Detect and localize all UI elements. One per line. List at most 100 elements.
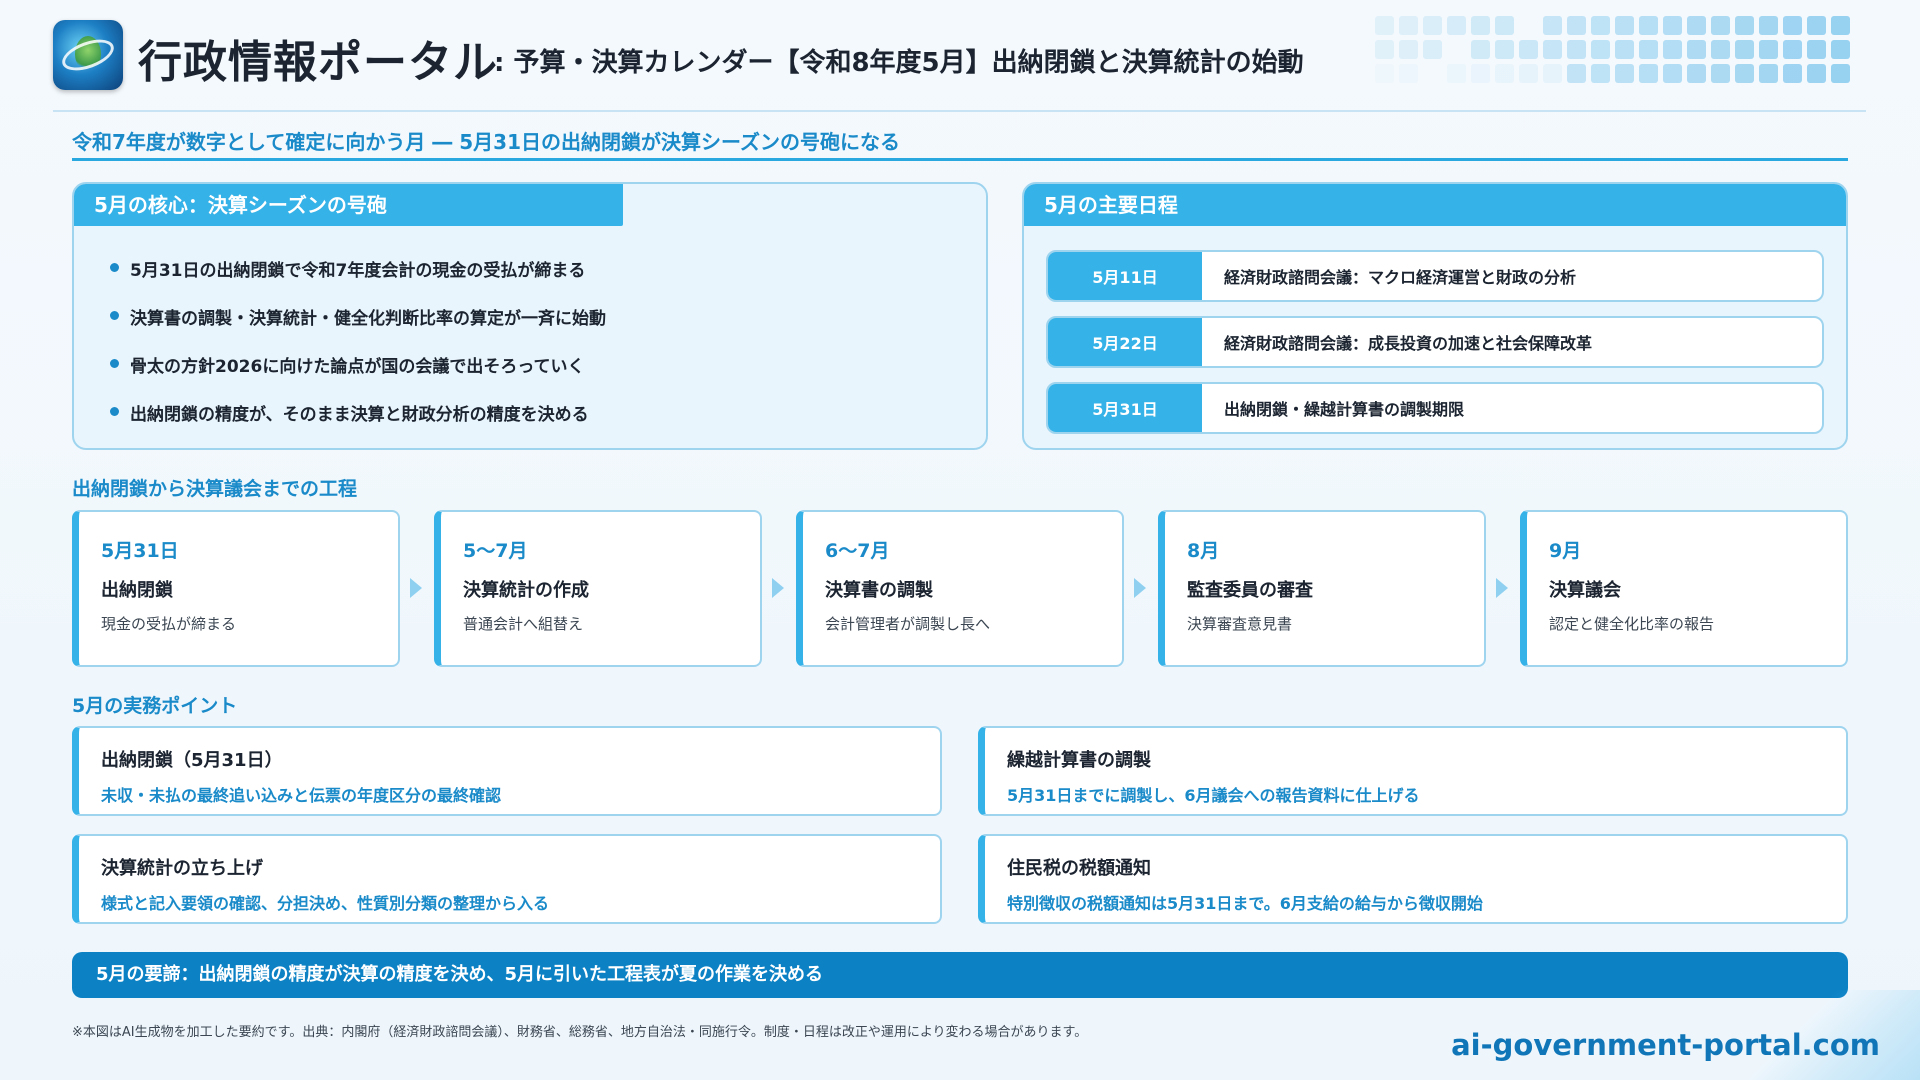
decorative-square: [1663, 16, 1682, 35]
decorative-square: [1423, 40, 1442, 59]
decorative-square: [1831, 64, 1850, 83]
schedule-row: 5月11日 経済財政諮問会議：マクロ経済運営と財政の分析: [1046, 250, 1824, 302]
decorative-square: [1711, 40, 1730, 59]
decorative-square: [1567, 40, 1586, 59]
site-url[interactable]: ai-government-portal.com: [1451, 1028, 1880, 1062]
point-card: 決算統計の立ち上げ 様式と記入要領の確認、分担決め、性質別分類の整理から入る: [72, 834, 942, 924]
decorative-square: [1735, 64, 1754, 83]
decorative-square: [1615, 40, 1634, 59]
decorative-square: [1447, 16, 1466, 35]
decorative-square: [1543, 64, 1562, 83]
decorative-square: [1375, 16, 1394, 35]
decorative-grid: [1375, 16, 1870, 88]
schedule-row: 5月31日 出納閉鎖・繰越計算書の調製期限: [1046, 382, 1824, 434]
decorative-square: [1663, 40, 1682, 59]
decorative-square: [1375, 64, 1394, 83]
flow-step: 6〜7月 決算書の調製 会計管理者が調製し長へ: [796, 510, 1124, 667]
triangle-right-icon: [1134, 578, 1146, 598]
points-section-title: 5月の実務ポイント: [72, 695, 238, 717]
decorative-square: [1831, 40, 1850, 59]
decorative-square: [1759, 64, 1778, 83]
flow-step: 9月 決算議会 認定と健全化比率の報告: [1520, 510, 1848, 667]
decorative-square: [1783, 40, 1802, 59]
decorative-square: [1759, 16, 1778, 35]
schedule-date: 5月31日: [1048, 384, 1202, 432]
brand-title: 行政情報ポータル: [138, 37, 498, 88]
point-title: 決算統計の立ち上げ: [101, 858, 263, 879]
flow-step: 5〜7月 決算統計の作成 普通会計へ組替え: [434, 510, 762, 667]
decorative-square: [1759, 40, 1778, 59]
list-item: 決算書の調製・決算統計・健全化判断比率の算定が一斉に始動: [110, 304, 606, 352]
decorative-square: [1615, 16, 1634, 35]
flow-step-name: 監査委員の審査: [1187, 580, 1313, 601]
decorative-square: [1639, 16, 1658, 35]
flow-step-month: 5〜7月: [463, 540, 528, 562]
summary-bar: 5月の要諦：出納閉鎖の精度が決算の精度を決め、5月に引いた工程表が夏の作業を決め…: [72, 952, 1848, 998]
decorative-square: [1663, 64, 1682, 83]
decorative-square: [1735, 40, 1754, 59]
decorative-square: [1783, 16, 1802, 35]
point-card: 出納閉鎖（5月31日） 未収・未払の最終追い込みと伝票の年度区分の最終確認: [72, 726, 942, 816]
flow-step-desc: 認定と健全化比率の報告: [1549, 615, 1715, 633]
schedule-date: 5月22日: [1048, 318, 1202, 366]
point-desc: 様式と記入要領の確認、分担決め、性質別分類の整理から入る: [101, 894, 550, 913]
decorative-square: [1495, 16, 1514, 35]
decorative-square: [1711, 64, 1730, 83]
point-desc: 5月31日までに調製し、6月議会への報告資料に仕上げる: [1007, 786, 1420, 805]
decorative-square: [1399, 40, 1418, 59]
flow-step-name: 決算統計の作成: [463, 580, 589, 601]
schedule-row: 5月22日 経済財政諮問会議：成長投資の加速と社会保障改革: [1046, 316, 1824, 368]
decorative-square: [1735, 16, 1754, 35]
decorative-square: [1687, 16, 1706, 35]
decorative-square: [1807, 64, 1826, 83]
flow-step-month: 8月: [1187, 540, 1220, 562]
decorative-square: [1471, 16, 1490, 35]
decorative-square: [1519, 64, 1538, 83]
decorative-square: [1807, 16, 1826, 35]
decorative-square: [1639, 64, 1658, 83]
decorative-square: [1519, 40, 1538, 59]
core-panel-title: 5月の核心：決算シーズンの号砲: [74, 184, 623, 226]
point-desc: 未収・未払の最終追い込みと伝票の年度区分の最終確認: [101, 786, 502, 805]
decorative-square: [1591, 16, 1610, 35]
decorative-square: [1831, 16, 1850, 35]
list-item: 出納閉鎖の精度が、そのまま決算と財政分析の精度を決める: [110, 400, 606, 448]
decorative-square: [1567, 16, 1586, 35]
flow-step-month: 9月: [1549, 540, 1582, 562]
decorative-square: [1399, 16, 1418, 35]
flow-step: 5月31日 出納閉鎖 現金の受払が締まる: [72, 510, 400, 667]
list-item: 5月31日の出納閉鎖で令和7年度会計の現金の受払が締まる: [110, 256, 606, 304]
point-title: 出納閉鎖（5月31日）: [101, 750, 283, 771]
decorative-square: [1711, 16, 1730, 35]
page: 行政情報ポータル : 予算・決算カレンダー【令和8年度5月】出納閉鎖と決算統計の…: [0, 0, 1920, 1080]
decorative-square: [1399, 64, 1418, 83]
decorative-square: [1423, 16, 1442, 35]
lead-text: 令和7年度が数字として確定に向かう月 ― 5月31日の出納閉鎖が決算シーズンの号…: [72, 130, 900, 154]
list-item: 骨太の方針2026に向けた論点が国の会議で出そろっていく: [110, 352, 606, 400]
flow-step-month: 6〜7月: [825, 540, 890, 562]
flow-step-desc: 普通会計へ組替え: [463, 615, 584, 633]
decorative-square: [1807, 40, 1826, 59]
decorative-square: [1687, 40, 1706, 59]
decorative-square: [1615, 64, 1634, 83]
page-subtitle: : 予算・決算カレンダー【令和8年度5月】出納閉鎖と決算統計の始動: [494, 48, 1304, 78]
decorative-square: [1567, 64, 1586, 83]
decorative-square: [1471, 64, 1490, 83]
lead-divider: [72, 158, 1848, 161]
globe-logo-icon: [53, 20, 123, 90]
flow-step-month: 5月31日: [101, 540, 179, 562]
flow-step: 8月 監査委員の審査 決算審査意見書: [1158, 510, 1486, 667]
decorative-square: [1639, 40, 1658, 59]
point-title: 住民税の税額通知: [1007, 858, 1151, 879]
schedule-date: 5月11日: [1048, 252, 1202, 300]
schedule-text: 出納閉鎖・繰越計算書の調製期限: [1224, 400, 1465, 419]
flow-step-desc: 会計管理者が調製し長へ: [825, 615, 991, 633]
flow-step-desc: 決算審査意見書: [1187, 615, 1293, 633]
flow-step-name: 決算書の調製: [825, 580, 933, 601]
point-card: 繰越計算書の調製 5月31日までに調製し、6月議会への報告資料に仕上げる: [978, 726, 1848, 816]
flow-step-name: 決算議会: [1549, 580, 1621, 601]
decorative-square: [1543, 16, 1562, 35]
header-divider: [53, 110, 1866, 112]
decorative-square: [1471, 40, 1490, 59]
triangle-right-icon: [410, 578, 422, 598]
